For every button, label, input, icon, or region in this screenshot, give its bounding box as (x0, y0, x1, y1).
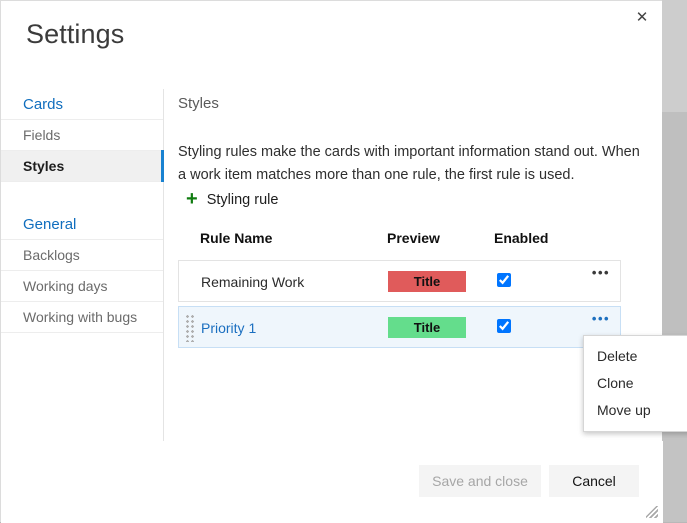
dialog-footer: Save and close Cancel (1, 442, 663, 523)
enabled-checkbox[interactable] (497, 319, 511, 333)
table-row[interactable]: Remaining Work Title ••• (178, 260, 621, 302)
column-header-rule-name: Rule Name (200, 230, 272, 246)
styling-rules-table: Rule Name Preview Enabled Remaining Work… (178, 230, 621, 352)
close-icon[interactable]: ✕ (627, 3, 657, 31)
sidebar-item-working-days[interactable]: Working days (1, 271, 163, 302)
table-header-row: Rule Name Preview Enabled (178, 230, 621, 260)
column-header-preview: Preview (387, 230, 440, 246)
sidebar-item-backlogs[interactable]: Backlogs (1, 240, 163, 271)
table-body: Remaining Work Title ••• Priority 1 Title ••• (178, 260, 621, 348)
rule-name-label: Priority 1 (201, 307, 256, 349)
column-header-enabled: Enabled (494, 230, 548, 246)
add-styling-rule-button[interactable]: + Styling rule (186, 190, 278, 210)
context-menu-item-clone[interactable]: Clone (584, 370, 687, 397)
context-menu-item-move-up[interactable]: Move up (584, 397, 687, 424)
save-and-close-button[interactable]: Save and close (419, 465, 541, 497)
sidebar-group-cards[interactable]: Cards (1, 89, 163, 120)
sidebar-item-styles[interactable]: Styles (1, 151, 163, 182)
preview-chip: Title (388, 271, 466, 292)
context-menu-item-delete[interactable]: Delete (584, 343, 687, 370)
table-row[interactable]: Priority 1 Title ••• (178, 306, 621, 348)
enabled-checkbox[interactable] (497, 273, 511, 287)
section-description: Styling rules make the cards with import… (178, 141, 643, 187)
settings-dialog: Settings ✕ CardsFieldsStylesGeneralBackl… (0, 0, 662, 522)
enabled-cell (497, 319, 511, 338)
enabled-cell (497, 273, 511, 292)
row-context-menu: DeleteCloneMove up (583, 335, 687, 432)
resize-grip[interactable] (646, 506, 658, 518)
add-styling-rule-label: Styling rule (207, 192, 279, 208)
page-title: Settings (26, 19, 124, 50)
backdrop-band-middle (660, 112, 687, 334)
sidebar-item-working-with-bugs[interactable]: Working with bugs (1, 302, 163, 333)
backdrop-band-top (660, 0, 687, 112)
settings-sidebar: CardsFieldsStylesGeneralBacklogsWorking … (1, 89, 164, 441)
sidebar-item-fields[interactable]: Fields (1, 120, 163, 151)
sidebar-group-general[interactable]: General (1, 209, 163, 240)
row-overflow-menu-icon[interactable]: ••• (589, 309, 613, 327)
preview-chip: Title (388, 317, 466, 338)
section-heading: Styles (178, 95, 219, 112)
cancel-button[interactable]: Cancel (549, 465, 639, 497)
row-overflow-menu-icon[interactable]: ••• (589, 263, 613, 281)
rule-name-label: Remaining Work (201, 261, 304, 303)
plus-icon: + (186, 189, 198, 209)
drag-handle-icon[interactable] (185, 314, 194, 342)
